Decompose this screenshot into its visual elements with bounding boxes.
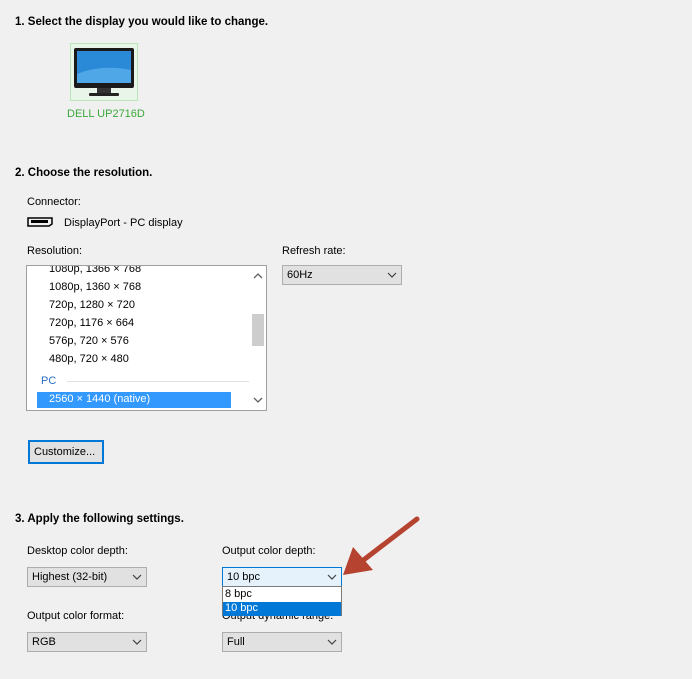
group-divider [67,381,264,382]
desktop-color-depth-select[interactable]: Highest (32-bit) [27,567,147,587]
list-item[interactable]: 1080p, 1366 × 768 [49,266,141,275]
output-color-format-label: Output color format: [27,610,125,622]
list-item[interactable]: 480p, 720 × 480 [49,353,129,365]
section3-heading: 3. Apply the following settings. [15,513,184,525]
list-item[interactable]: 1080p, 1360 × 768 [49,281,141,293]
list-item[interactable]: 576p, 720 × 576 [49,335,129,347]
dropdown-option-selected[interactable]: 10 bpc [223,602,341,616]
refresh-rate-label: Refresh rate: [282,245,346,257]
chevron-down-icon [387,272,397,278]
output-dynamic-range-value: Full [227,636,245,648]
output-color-depth-label: Output color depth: [222,545,316,557]
list-group-header: PC [41,375,57,387]
refresh-rate-select[interactable]: 60Hz [282,265,402,285]
annotation-arrow-icon [335,515,425,588]
list-scrollbar[interactable] [249,266,266,410]
chevron-down-icon [327,639,337,645]
output-color-depth-select[interactable]: 10 bpc [222,567,342,587]
dropdown-option[interactable]: 8 bpc [223,588,341,602]
output-color-depth-value: 10 bpc [227,571,261,583]
scroll-down-icon[interactable] [252,396,263,406]
customize-label: Customize... [34,446,96,458]
output-color-format-value: RGB [32,636,56,648]
output-dynamic-range-select[interactable]: Full [222,632,342,652]
scroll-up-icon[interactable] [252,272,263,282]
output-color-depth-dropdown[interactable]: 8 bpc 10 bpc [222,586,342,616]
monitor-tile[interactable] [70,43,138,101]
list-item-selected[interactable]: 2560 × 1440 (native) [37,392,231,408]
desktop-color-depth-label: Desktop color depth: [27,545,128,557]
dropdown-option-label: 8 bpc [225,588,252,600]
list-item[interactable]: 720p, 1280 × 720 [49,299,135,311]
selected-resolution: 2560 × 1440 (native) [49,393,151,405]
displayport-icon [27,217,53,230]
resolution-list[interactable]: 1080p, 1366 × 768 1080p, 1360 × 768 720p… [26,265,267,411]
list-item[interactable]: 720p, 1176 × 664 [49,317,134,329]
output-color-format-select[interactable]: RGB [27,632,147,652]
chevron-down-icon [132,574,142,580]
monitor-name[interactable]: DELL UP2716D [67,108,145,120]
resolution-label: Resolution: [27,245,83,257]
monitor-icon [74,48,134,96]
connector-value: DisplayPort - PC display [64,217,183,229]
dropdown-option-label: 10 bpc [225,602,259,614]
chevron-down-icon [132,639,142,645]
customize-button[interactable]: Customize... [28,440,104,464]
section1-heading: 1. Select the display you would like to … [15,16,269,28]
scroll-thumb[interactable] [252,314,264,346]
connector-label: Connector: [27,196,81,208]
refresh-rate-value: 60Hz [287,269,313,281]
section2-heading: 2. Choose the resolution. [15,167,153,179]
desktop-color-depth-value: Highest (32-bit) [32,571,108,583]
